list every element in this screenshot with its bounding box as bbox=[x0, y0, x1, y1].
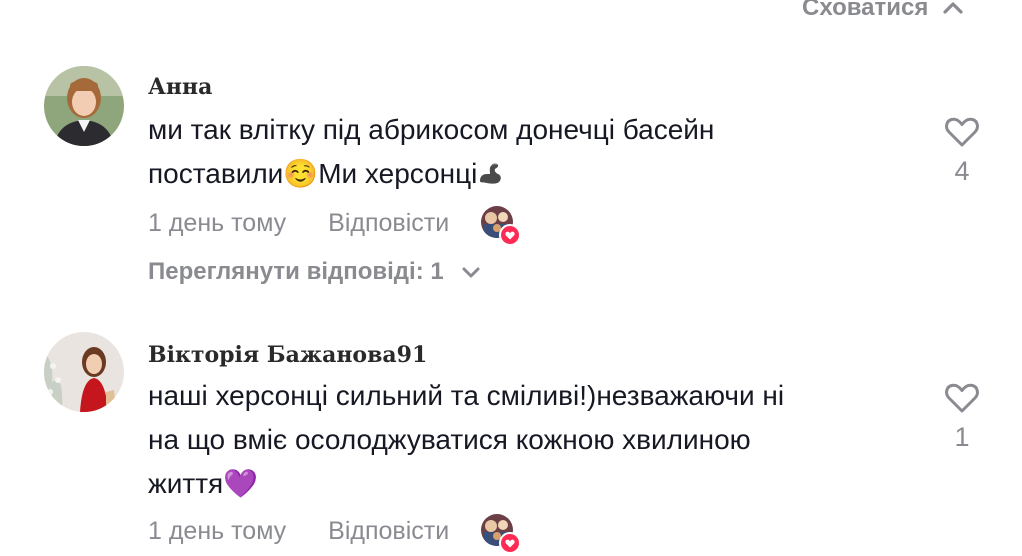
comment-username[interactable]: Вікторія Бажанова91 bbox=[148, 342, 427, 368]
reply-button[interactable]: Відповісти bbox=[328, 517, 449, 546]
comment-time: 1 день тому bbox=[148, 208, 287, 237]
chevron-down-icon bbox=[462, 267, 480, 278]
comment-text: ми так влітку під абрикосом донечці басе… bbox=[148, 108, 714, 196]
view-replies-button[interactable]: Переглянути відповіді: 1 bbox=[148, 258, 482, 286]
heart-badge-icon bbox=[499, 532, 522, 554]
like-button[interactable]: 4 bbox=[940, 116, 984, 187]
heart-outline-icon bbox=[945, 383, 979, 413]
creator-liked-badge bbox=[481, 206, 522, 246]
comment-text: наші херсонці сильний та сміливі!)незваж… bbox=[148, 374, 784, 506]
hide-replies-label: Сховатися bbox=[802, 0, 929, 21]
comment-text-line: ми так влітку під абрикосом донечці басе… bbox=[148, 114, 715, 145]
comment-text-line: поставили bbox=[148, 158, 284, 189]
comment-time: 1 день тому bbox=[148, 516, 287, 545]
avatar[interactable] bbox=[44, 66, 124, 146]
avatar[interactable] bbox=[44, 332, 124, 412]
comment-username[interactable]: Анна bbox=[148, 74, 212, 100]
view-replies-label: Переглянути відповіді: 1 bbox=[148, 258, 444, 285]
hide-replies-button[interactable]: Сховатися bbox=[802, 0, 964, 22]
heart-outline-icon bbox=[945, 117, 979, 147]
like-count: 1 bbox=[954, 422, 970, 452]
comment-meta: 1 день тому Відповісти bbox=[148, 206, 522, 246]
heart-badge-icon bbox=[499, 224, 522, 246]
comment-text-line: на що вміє осолоджуватися кожною хвилино… bbox=[148, 424, 751, 455]
purple-heart-emoji: 💜 bbox=[223, 468, 259, 499]
comment-meta: 1 день тому Відповісти bbox=[148, 514, 522, 554]
comment-text-line: наші херсонці сильний та сміливі!)незваж… bbox=[148, 380, 785, 411]
creator-liked-badge bbox=[481, 514, 522, 554]
like-button[interactable]: 1 bbox=[940, 382, 984, 453]
chevron-up-icon bbox=[943, 2, 963, 14]
smiling-face-emoji: ☺️ bbox=[283, 158, 319, 189]
like-count: 4 bbox=[954, 156, 970, 186]
comment-text-line: життя bbox=[148, 468, 224, 499]
reply-button[interactable]: Відповісти bbox=[328, 209, 449, 238]
flexed-biceps-icon bbox=[480, 163, 502, 184]
comment-text-line: Ми херсонці bbox=[318, 158, 478, 189]
